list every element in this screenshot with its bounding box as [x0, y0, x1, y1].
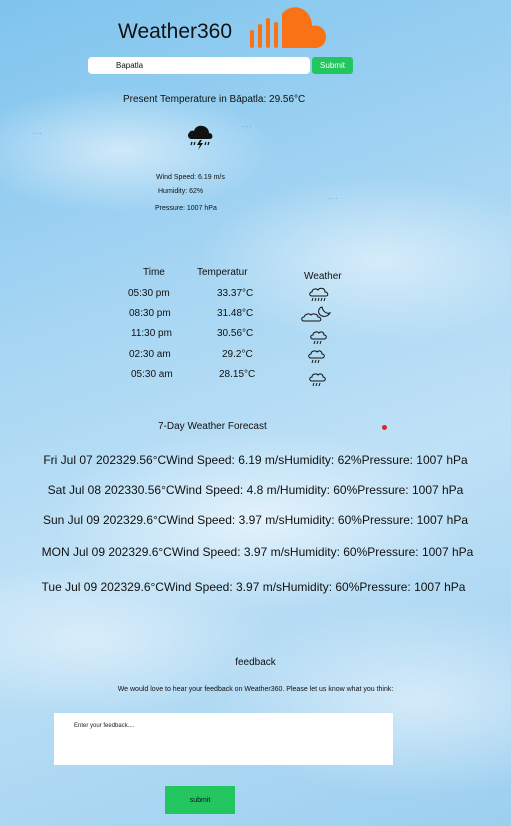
feedback-textarea[interactable]: [54, 713, 393, 765]
rain-icon: [308, 350, 325, 364]
app-title: Weather360: [118, 20, 233, 43]
column-header-time: Time: [143, 267, 165, 278]
red-dot-marker: [382, 425, 387, 430]
hourly-time: 05:30 pm: [128, 288, 170, 299]
forecast-day: Tue Jul 09 202329.6°CWind Speed: 3.97 m/…: [41, 580, 466, 594]
hourly-time: 08:30 pm: [129, 308, 171, 319]
heavy-rain-icon: [309, 287, 329, 302]
hourly-temp: 28.15°C: [219, 369, 256, 380]
column-header-temperature: Temperatur: [197, 267, 248, 278]
rain-icon: [309, 373, 326, 387]
loading-dots-icon: ···: [242, 122, 253, 131]
feedback-description: We would love to hear your feedback on W…: [117, 686, 394, 693]
present-temperature: Present Temperature in Bāpatla: 29.56°C: [123, 94, 306, 105]
feedback-title: feedback: [235, 657, 276, 668]
hourly-temp: 30.56°C: [217, 328, 254, 339]
soundcloud-logo-icon: [250, 7, 326, 48]
hourly-temp: 33.37°C: [217, 288, 254, 299]
hourly-time: 11:30 pm: [131, 328, 172, 339]
hourly-time: 02:30 am: [129, 349, 171, 360]
wind-speed: Wind Speed: 6.19 m/s: [156, 174, 225, 181]
feedback-submit-button[interactable]: submit: [165, 786, 235, 814]
city-search-input[interactable]: [88, 57, 310, 74]
forecast-day: Sun Jul 09 202329.6°CWind Speed: 3.97 m/…: [42, 513, 469, 527]
thunderstorm-icon: [188, 125, 213, 150]
forecast-day: MON Jul 09 202329.6°CWind Speed: 3.97 m/…: [41, 545, 474, 559]
forecast-day: Fri Jul 07 202329.56°CWind Speed: 6.19 m…: [43, 453, 468, 467]
column-header-weather: Weather: [304, 271, 342, 282]
pressure: Pressure: 1007 hPa: [155, 205, 217, 212]
loading-dots-icon: ···: [32, 129, 43, 138]
rain-icon: [310, 331, 327, 345]
hourly-temp: 29.2°C: [222, 349, 253, 360]
humidity: Humidity: 62%: [158, 188, 204, 195]
hourly-temp: 31.48°C: [217, 308, 254, 319]
forecast-title: 7-Day Weather Forecast: [158, 421, 267, 432]
hourly-time: 05:30 am: [131, 369, 173, 380]
forecast-day: Sat Jul 08 202330.56°CWind Speed: 4.8 m/…: [47, 483, 464, 497]
cloudy-night-icon: [301, 306, 332, 322]
search-submit-button[interactable]: Submit: [312, 57, 353, 74]
loading-dots-icon: ···: [328, 194, 339, 203]
